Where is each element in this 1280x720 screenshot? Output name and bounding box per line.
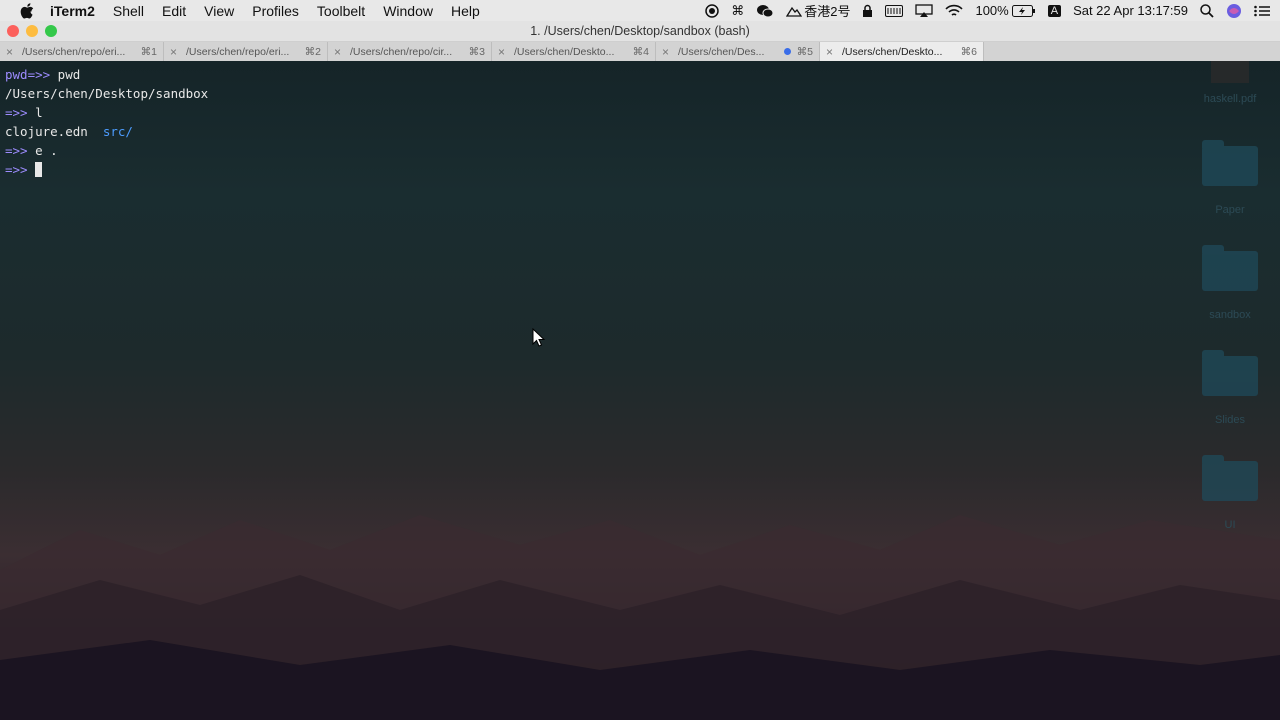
folder-icon [1202,455,1258,501]
close-button[interactable] [7,25,19,37]
clock[interactable]: Sat 22 Apr 13:17:59 [1073,3,1188,18]
terminal-output[interactable]: pwd=>> pwd /Users/chen/Desktop/sandbox =… [5,65,208,179]
tab-6[interactable]: × /Users/chen/Deskto... ⌘6 [820,42,984,61]
terminal-line: clojure.edn src/ [5,122,208,141]
folder-icon [1202,350,1258,396]
text-cursor [35,162,43,177]
command-text: l [27,105,43,120]
wifi-icon[interactable] [945,4,964,18]
tab-title: /Users/chen/repo/eri... [22,45,126,58]
terminal-line: =>> e . [5,141,208,160]
lock-icon[interactable] [862,4,873,18]
desktop-folder-ui: UI [1185,455,1275,531]
terminal-session[interactable]: haskell.pdf Paper sandbox Slides UI pwd=… [0,61,1280,720]
tab-2[interactable]: × /Users/chen/repo/eri... ⌘2 [164,42,328,61]
tab-title: /Users/chen/repo/eri... [186,45,290,58]
wechat-icon[interactable] [756,4,774,18]
folder-icon [1202,245,1258,291]
menu-shell[interactable]: Shell [113,3,144,19]
tab-bar: × /Users/chen/repo/eri... ⌘1 × /Users/ch… [0,42,1280,61]
terminal-line: pwd=>> pwd [5,65,208,84]
input-source-icon[interactable]: A [1047,4,1062,17]
close-tab-icon[interactable]: × [498,45,506,59]
terminal-line: =>> l [5,103,208,122]
command-text: e . [27,143,58,158]
tab-shortcut: ⌘4 [632,45,649,58]
mountain-background [0,515,1280,720]
menu-iterm2[interactable]: iTerm2 [50,3,95,19]
desktop-icons: haskell.pdf Paper sandbox Slides UI [1170,61,1280,561]
tab-shortcut: ⌘5 [796,45,813,58]
tab-4[interactable]: × /Users/chen/Deskto... ⌘4 [492,42,656,61]
tab-bar-filler [984,42,1280,61]
notification-center-icon[interactable] [1254,5,1270,17]
terminal-line: /Users/chen/Desktop/sandbox [5,84,208,103]
siri-icon[interactable] [1226,3,1242,19]
tab-title: /Users/chen/Deskto... [842,45,943,58]
minimize-button[interactable] [26,25,38,37]
close-tab-icon[interactable]: × [826,45,834,59]
tab-5[interactable]: × /Users/chen/Des... ⌘5 [656,42,820,61]
menu-window[interactable]: Window [383,3,433,19]
tab-title: /Users/chen/Des... [678,45,765,58]
close-tab-icon[interactable]: × [662,45,670,59]
battery-status[interactable]: 100% [975,3,1035,18]
directory-name: src/ [102,124,133,139]
pdf-icon [1211,61,1249,83]
desktop-folder-paper: Paper [1185,140,1275,216]
menu-bar: iTerm2 Shell Edit View Profiles Toolbelt… [0,0,1280,21]
menu-view[interactable]: View [204,3,234,19]
airplay-icon[interactable] [915,3,934,18]
tab-1[interactable]: × /Users/chen/repo/eri... ⌘1 [0,42,164,61]
tab-title: /Users/chen/repo/cir... [350,45,453,58]
output-text: /Users/chen/Desktop/sandbox [5,86,209,101]
menu-help[interactable]: Help [451,3,480,19]
close-tab-icon[interactable]: × [6,45,14,59]
tab-3[interactable]: × /Users/chen/repo/cir... ⌘3 [328,42,492,61]
tab-shortcut: ⌘6 [960,45,977,58]
prompt: pwd=>> [5,67,51,82]
tab-shortcut: ⌘1 [140,45,157,58]
network-label[interactable]: 香港2号 [786,1,850,20]
close-tab-icon[interactable]: × [170,45,178,59]
close-tab-icon[interactable]: × [334,45,342,59]
file-name: clojure.edn [5,124,88,139]
tab-shortcut: ⌘2 [304,45,321,58]
keyboard-icon[interactable] [885,4,904,17]
window-controls [7,25,57,37]
window-title: 1. /Users/chen/Desktop/sandbox (bash) [530,24,750,38]
folder-icon [1202,140,1258,186]
mouse-pointer-icon [532,328,546,347]
window-titlebar[interactable]: 1. /Users/chen/Desktop/sandbox (bash) [0,21,1280,42]
tab-shortcut: ⌘3 [468,45,485,58]
desktop-file-haskell: haskell.pdf [1185,61,1275,105]
status-area: ⌘ 香港2号 100% A Sat 22 Apr 13:17:59 [699,0,1280,21]
menu-toolbelt[interactable]: Toolbelt [317,3,365,19]
desktop-folder-sandbox: sandbox [1185,245,1275,321]
prompt: =>> [5,162,28,177]
menu-profiles[interactable]: Profiles [252,3,299,19]
activity-dot-icon [783,48,791,55]
maximize-button[interactable] [45,25,57,37]
command-text: pwd [50,67,81,82]
record-icon[interactable] [705,3,719,18]
apple-icon[interactable] [18,2,36,20]
desktop-folder-slides: Slides [1185,350,1275,426]
tab-title: /Users/chen/Deskto... [514,45,615,58]
prompt: =>> [5,105,28,120]
prompt: =>> [5,143,28,158]
terminal-line: =>> [5,160,208,179]
command-icon[interactable]: ⌘ [731,3,744,19]
spotlight-search-icon[interactable] [1200,3,1214,18]
menu-edit[interactable]: Edit [162,3,186,19]
